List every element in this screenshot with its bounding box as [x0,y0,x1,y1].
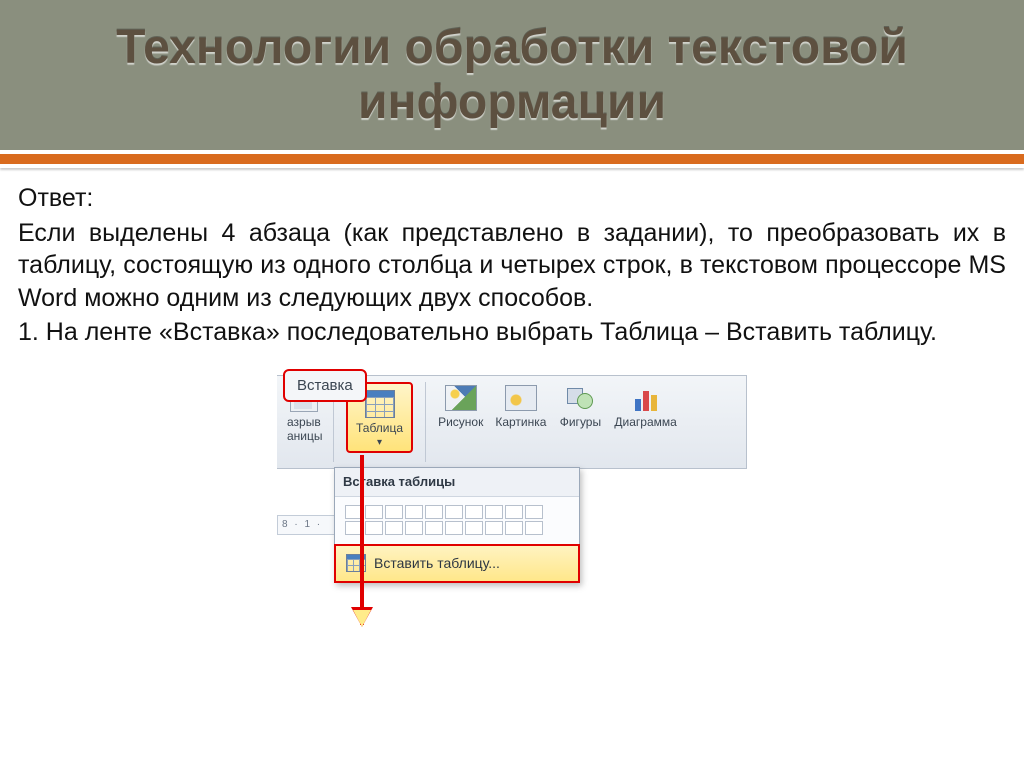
chevron-down-icon: ▾ [377,436,382,449]
answer-paragraph-2: 1. На ленте «Вставка» последовательно вы… [18,316,1006,349]
picture-button[interactable]: Рисунок [438,382,483,429]
annotation-arrow [360,455,364,625]
insert-table-label: Вставить таблицу... [374,554,500,572]
answer-paragraph-1: Если выделены 4 абзаца (как представлено… [18,217,1006,315]
chart-icon [629,382,663,414]
dropdown-title: Вставка таблицы [335,468,579,498]
divider-bar [0,150,1024,168]
clipart-icon [504,382,538,414]
insert-table-menu-item[interactable]: Вставить таблицу... [334,544,580,582]
shapes-button[interactable]: Фигуры [558,382,602,429]
chart-button[interactable]: Диаграмма [614,382,676,429]
slide-title: Технологии обработки текстовой информаци… [0,20,1024,130]
ribbon-group-illustrations: Рисунок Картинка Фигуры Диаграмма [426,376,689,468]
table-size-grid[interactable] [335,497,579,545]
slide-body: Ответ: Если выделены 4 абзаца (как предс… [0,168,1024,469]
ruler: 8 · 1 · [277,515,338,535]
ribbon-tab-insert[interactable]: Вставка [283,369,367,403]
answer-label: Ответ: [18,182,1006,215]
word-screenshot: Вставка азрыв аницы Таблица ▾ [277,375,747,469]
picture-icon [444,382,478,414]
shapes-icon [563,382,597,414]
table-icon [363,388,397,420]
clipart-button[interactable]: Картинка [495,382,546,429]
slide-header: Технологии обработки текстовой информаци… [0,0,1024,150]
table-dropdown: Вставка таблицы Вставить таблицу... [334,467,580,583]
